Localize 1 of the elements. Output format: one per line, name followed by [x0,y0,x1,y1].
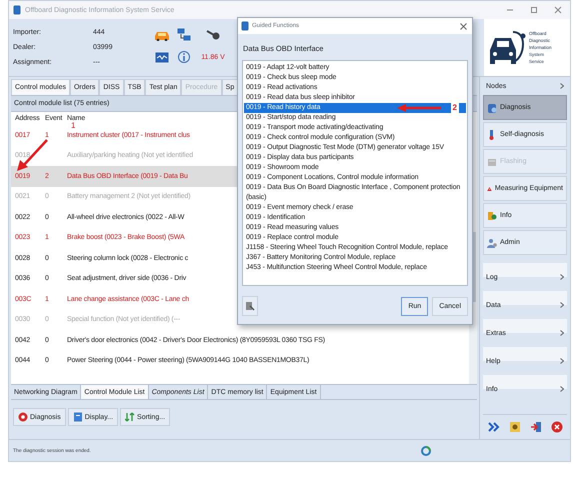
annotation-number: 1 [71,121,76,130]
